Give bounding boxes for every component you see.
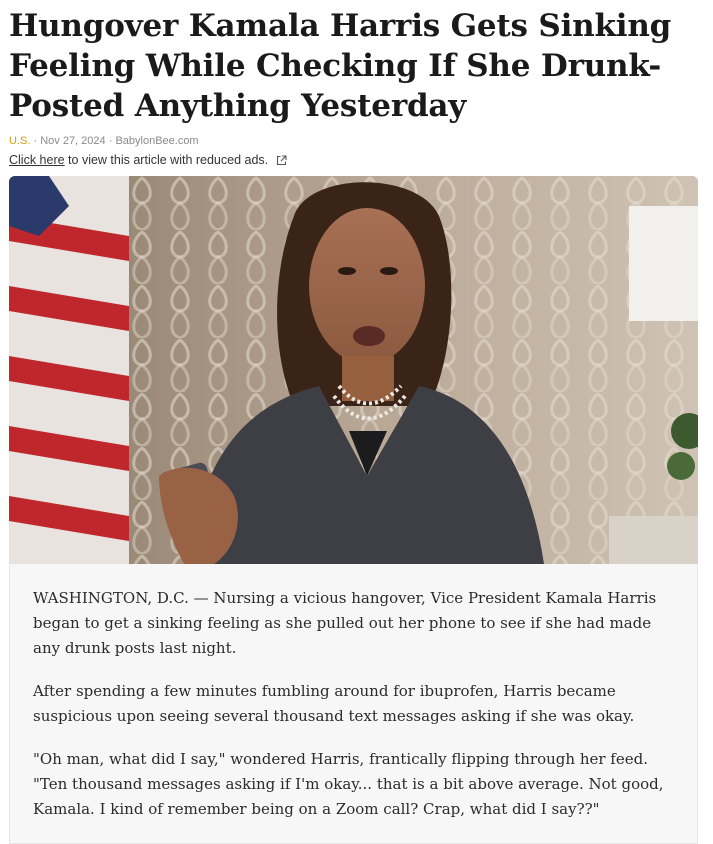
- article-container: Hungover Kamala Harris Gets Sinking Feel…: [0, 6, 713, 844]
- external-link-icon[interactable]: [276, 154, 287, 166]
- reduced-ads-text: to view this article with reduced ads.: [64, 153, 269, 167]
- article-body: WASHINGTON, D.C. — Nursing a vicious han…: [9, 564, 698, 844]
- article-paragraph: After spending a few minutes fumbling ar…: [33, 682, 635, 725]
- reduced-ads-notice: Click here to view this article with red…: [9, 152, 704, 168]
- article-title: Hungover Kamala Harris Gets Sinking Feel…: [9, 8, 672, 124]
- article-paragraph: "Oh man, what did I say," wondered Harri…: [33, 750, 664, 818]
- article-date: Nov 27, 2024: [40, 135, 106, 147]
- article-paragraph: WASHINGTON, D.C. — Nursing a vicious han…: [33, 589, 657, 657]
- hero-image: [9, 176, 698, 564]
- reduced-ads-link[interactable]: Click here: [9, 153, 65, 167]
- meta-separator: ·: [33, 135, 38, 147]
- article-meta: U.S. · Nov 27, 2024 · BabylonBee.com: [9, 135, 704, 149]
- category-link[interactable]: U.S.: [9, 135, 30, 147]
- article-source: BabylonBee.com: [115, 135, 199, 147]
- meta-separator: ·: [108, 135, 113, 147]
